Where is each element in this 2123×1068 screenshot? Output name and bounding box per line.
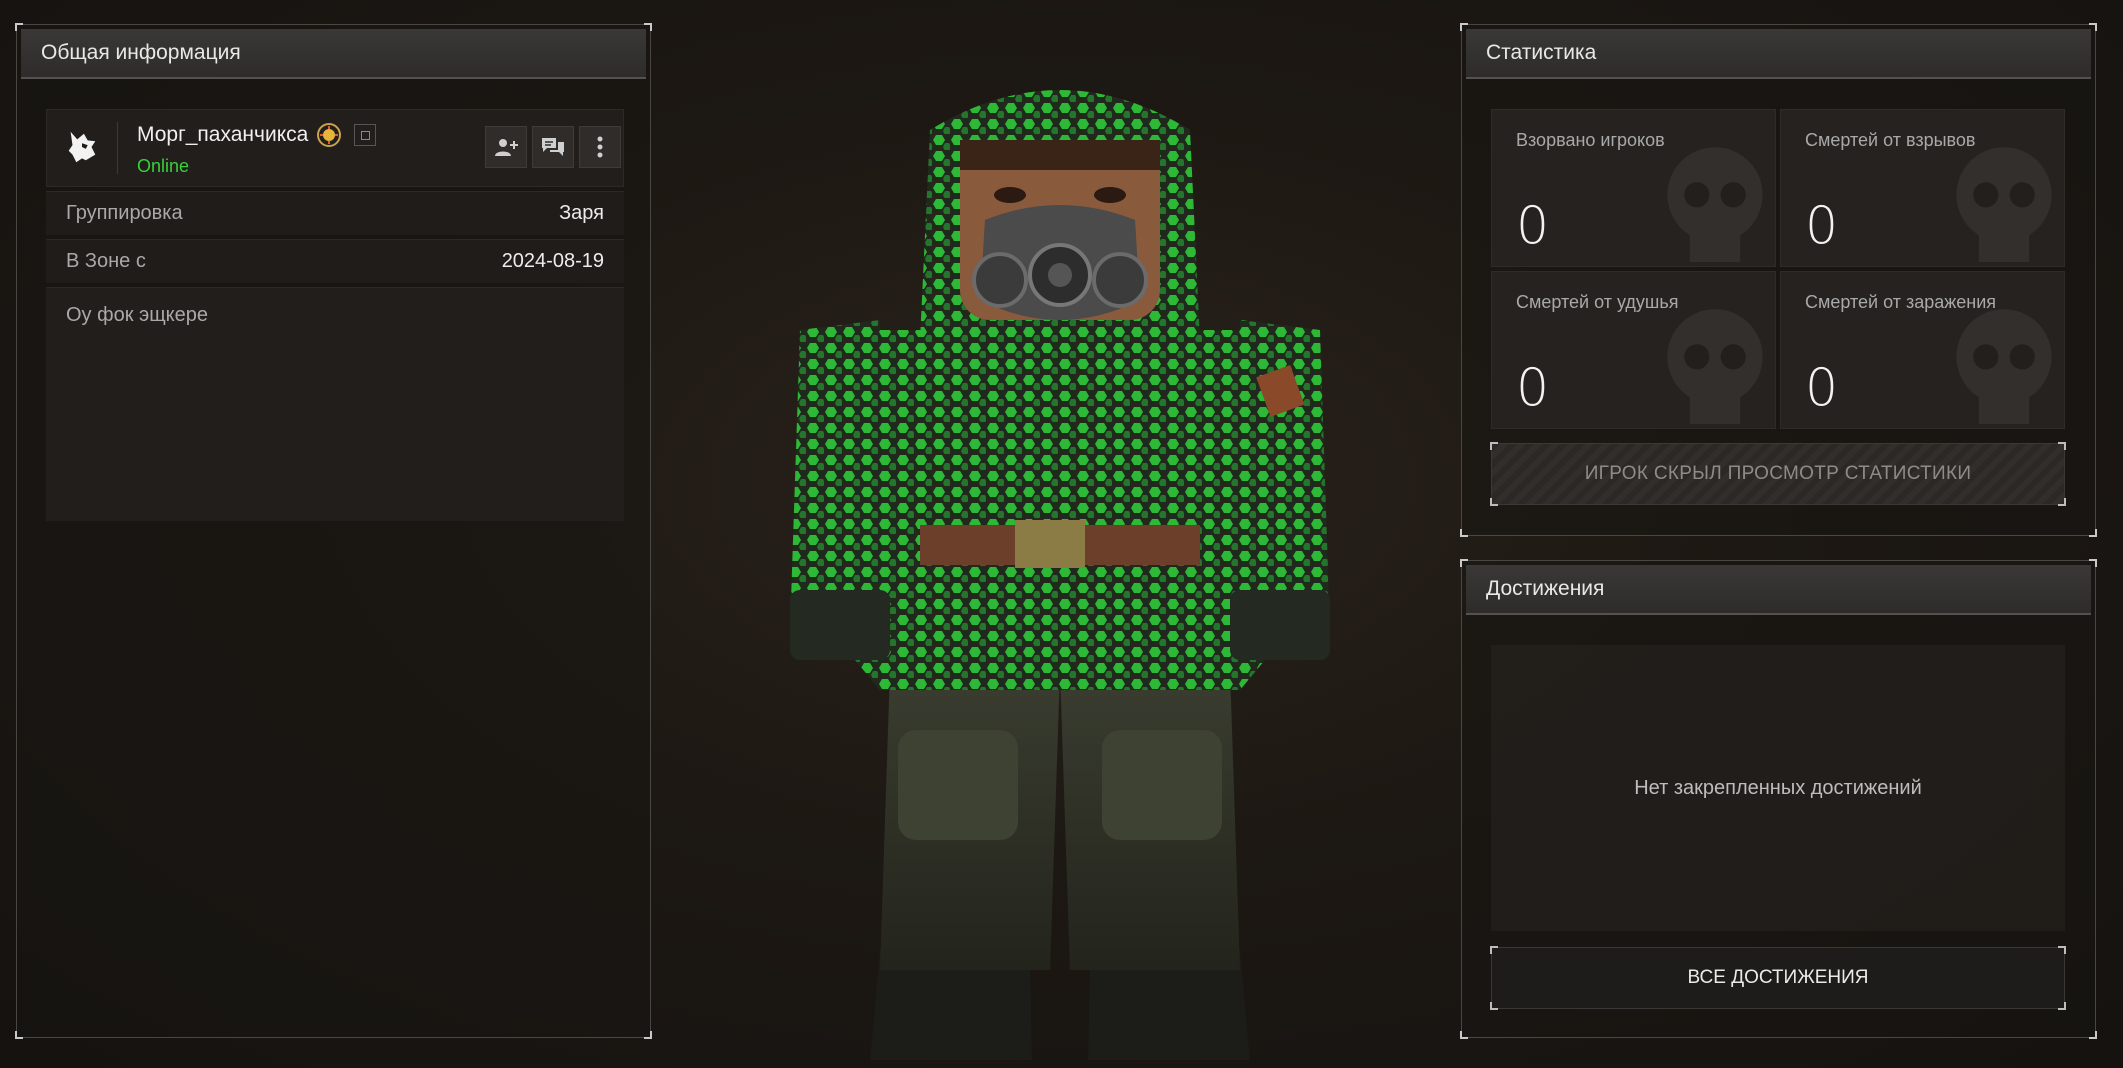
stat-label: Смертей от взрывов — [1805, 130, 1976, 150]
all-achievements-button[interactable]: ВСЕ ДОСТИЖЕНИЯ — [1490, 946, 2066, 1010]
player-nickname-row: Морг_паханчикса — [137, 122, 377, 148]
stat-value: 0 — [1805, 196, 1839, 256]
stat-value: 0 — [1805, 358, 1839, 418]
general-info-header: Общая информация — [21, 29, 646, 79]
stats-hidden-text: ИГРОК СКРЫЛ ПРОСМОТР СТАТИСТИКИ — [1584, 463, 1972, 484]
character-model[interactable] — [770, 70, 1350, 1068]
achievements-panel: Достижения Нет закрепленных достижений В… — [1460, 559, 2097, 1039]
stat-deaths-explosions: Смертей от взрывов 0 — [1780, 109, 2065, 267]
achievements-header: Достижения — [1466, 565, 2091, 615]
add-friend-button[interactable] — [485, 126, 527, 168]
player-bio: Оу фок эщкере — [46, 287, 624, 521]
sun-badge-icon — [317, 123, 342, 147]
statistics-panel: Статистика Взорвано игроков 0 Смертей от… — [1460, 23, 2097, 537]
skull-icon — [1956, 147, 2052, 262]
more-vertical-icon — [597, 136, 603, 158]
skull-icon — [1956, 309, 2052, 424]
stat-value: 0 — [1516, 196, 1550, 256]
zone-since-row: В Зоне с 2024-08-19 — [46, 239, 624, 283]
chat-icon — [542, 138, 564, 156]
player-nickname: Морг_паханчикса — [137, 123, 309, 146]
stat-players-blown-up: Взорвано игроков 0 — [1491, 109, 1776, 267]
faction-row: Группировка Заря — [46, 191, 624, 235]
stats-hidden-notice: ИГРОК СКРЫЛ ПРОСМОТР СТАТИСТИКИ — [1490, 442, 2066, 506]
more-options-button[interactable] — [579, 126, 621, 168]
statistics-header: Статистика — [1466, 29, 2091, 79]
pinned-achievements-area: Нет закрепленных достижений — [1491, 645, 2065, 931]
wolf-head-icon — [68, 131, 96, 163]
skull-icon — [1667, 309, 1763, 424]
stat-deaths-infection: Смертей от заражения 0 — [1780, 271, 2065, 429]
online-status: Online — [137, 156, 190, 176]
stat-label: Смертей от заражения — [1805, 292, 1997, 312]
copy-icon[interactable] — [354, 124, 377, 146]
zone-since-value: 2024-08-19 — [501, 250, 604, 272]
stat-deaths-suffocation: Смертей от удушья 0 — [1491, 271, 1776, 429]
stat-value: 0 — [1516, 358, 1550, 418]
no-achievements-text: Нет закрепленных достижений — [1634, 776, 1922, 799]
all-achievements-label: ВСЕ ДОСТИЖЕНИЯ — [1687, 967, 1869, 988]
message-button[interactable] — [532, 126, 574, 168]
skull-icon — [1667, 147, 1763, 262]
zone-since-label: В Зоне с — [66, 250, 146, 272]
profile-card: Морг_паханчикса Online — [46, 109, 624, 187]
stat-label: Смертей от удушья — [1516, 292, 1679, 312]
general-info-panel: Общая информация Морг_паханчикса Online — [15, 23, 652, 1039]
faction-value: Заря — [559, 202, 604, 224]
add-friend-icon — [495, 139, 518, 156]
stat-label: Взорвано игроков — [1516, 130, 1665, 150]
faction-label: Группировка — [66, 202, 183, 224]
